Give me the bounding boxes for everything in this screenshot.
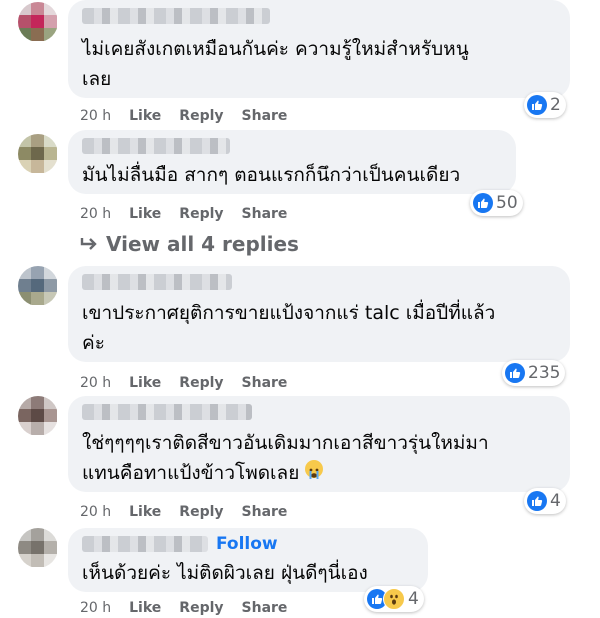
reply-button[interactable]: Reply [179,504,223,520]
comment-actions: 20 h Like Reply Share [80,598,287,618]
reply-button[interactable]: Reply [179,375,223,391]
like-reaction-icon [527,491,547,511]
reaction-number: 4 [408,589,419,609]
like-button[interactable]: Like [129,108,161,124]
wow-reaction-icon [383,588,405,610]
comment-text: ไม่เคยสังเกตเหมือนกันค่ะ ความรู้ใหม่สำหร… [82,38,469,90]
like-reaction-icon [527,95,547,115]
share-button[interactable]: Share [242,206,288,222]
timestamp[interactable]: 20 h [80,206,111,222]
like-reaction-icon [473,193,493,213]
follow-button[interactable]: Follow [216,534,278,554]
timestamp[interactable]: 20 h [80,108,111,124]
avatar[interactable] [18,2,58,42]
like-button[interactable]: Like [129,600,161,616]
comment-bubble: ใช่ๆๆๆๆเราติดสีขาวอันเดิมมากเอาสีขาวรุ่น… [68,396,570,492]
timestamp[interactable]: 20 h [80,504,111,520]
comment-actions: 20 h Like Reply Share [80,373,287,393]
commenter-name-blurred[interactable] [82,536,208,552]
comment-bubble: มันไม่ลื่นมือ สากๆ ตอนแรกก็นึกว่าเป็นคนเ… [68,130,516,194]
share-button[interactable]: Share [242,504,288,520]
reaction-number: 4 [550,491,561,511]
share-button[interactable]: Share [242,108,288,124]
reaction-count[interactable]: 2 [524,92,566,118]
reaction-count[interactable]: 235 [502,360,566,386]
crying-face-emoji-icon [305,460,324,479]
comment-bubble: เขาประกาศยุติการขายแป้งจากแร่ talc เมื่อ… [68,266,570,362]
avatar[interactable] [18,396,58,436]
share-button[interactable]: Share [242,600,288,616]
share-button[interactable]: Share [242,375,288,391]
avatar[interactable] [18,134,58,174]
comment-text: มันไม่ลื่นมือ สากๆ ตอนแรกก็นึกว่าเป็นคนเ… [82,164,461,186]
comment-text: เห็นด้วยค่ะ ไม่ติดผิวเลย ฝุ่นดีๆนี่เอง [82,562,368,584]
view-replies-label: View all 4 replies [106,232,299,256]
view-all-replies-link[interactable]: View all 4 replies [80,232,299,256]
commenter-name-blurred[interactable] [82,404,252,420]
reply-arrow-icon [80,232,98,256]
comment-bubble: Follow เห็นด้วยค่ะ ไม่ติดผิวเลย ฝุ่นดีๆน… [68,528,428,592]
like-button[interactable]: Like [129,504,161,520]
comment-actions: 20 h Like Reply Share [80,204,287,224]
timestamp[interactable]: 20 h [80,600,111,616]
reply-button[interactable]: Reply [179,108,223,124]
reply-button[interactable]: Reply [179,600,223,616]
reaction-number: 235 [528,363,561,383]
comment-bubble: ไม่เคยสังเกตเหมือนกันค่ะ ความรู้ใหม่สำหร… [68,0,570,98]
commenter-name-blurred[interactable] [82,274,232,290]
like-button[interactable]: Like [129,375,161,391]
commenter-name-blurred[interactable] [82,8,270,24]
commenter-name-blurred[interactable] [82,138,230,154]
comment-actions: 20 h Like Reply Share [80,502,287,522]
comment-text: เขาประกาศยุติการขายแป้งจากแร่ talc เมื่อ… [82,302,496,354]
avatar[interactable] [18,266,58,306]
comment-actions: 20 h Like Reply Share [80,106,287,126]
timestamp[interactable]: 20 h [80,375,111,391]
avatar[interactable] [18,528,58,568]
reaction-count[interactable]: 4 [364,586,424,612]
like-reaction-icon [505,363,525,383]
reaction-number: 50 [496,193,518,213]
reply-button[interactable]: Reply [179,206,223,222]
reaction-count[interactable]: 50 [470,190,523,216]
reaction-number: 2 [550,95,561,115]
like-button[interactable]: Like [129,206,161,222]
reaction-count[interactable]: 4 [524,488,566,514]
comment-text: ใช่ๆๆๆๆเราติดสีขาวอันเดิมมากเอาสีขาวรุ่น… [82,432,489,484]
